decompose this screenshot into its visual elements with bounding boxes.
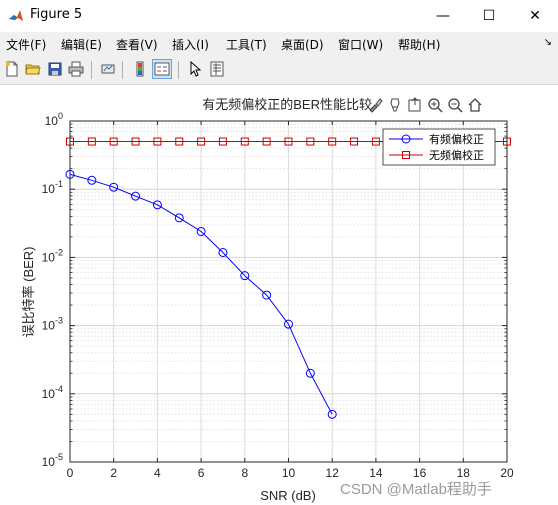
y-tick-label: 10-2 xyxy=(42,247,63,264)
x-tick-label: 20 xyxy=(500,466,514,480)
watermark-text: CSDN @Matlab程助手 xyxy=(340,481,492,498)
x-axis-label: SNR (dB) xyxy=(260,488,316,503)
zoom-in-icon[interactable] xyxy=(426,96,444,114)
legend-label-series-2: 无频偏校正 xyxy=(429,148,484,162)
export-icon[interactable] xyxy=(406,96,424,114)
brush-icon[interactable] xyxy=(366,96,384,114)
y-tick-label: 100 xyxy=(45,111,63,128)
x-tick-label: 10 xyxy=(282,466,296,480)
y-axis-label: 误比特率 (BER) xyxy=(21,246,36,337)
axes-toolbar xyxy=(366,96,484,116)
x-tick-label: 12 xyxy=(326,466,340,480)
y-tick-label: 10-1 xyxy=(42,179,63,196)
y-tick-label: 10-3 xyxy=(42,316,63,333)
data-tips-icon[interactable] xyxy=(386,96,404,114)
x-tick-label: 4 xyxy=(154,466,161,480)
y-tick-label: 10-5 xyxy=(42,452,63,469)
x-tick-label: 2 xyxy=(110,466,117,480)
x-tick-label: 6 xyxy=(198,466,205,480)
legend[interactable]: 有频偏校正 无频偏校正 xyxy=(382,128,496,166)
y-tick-label: 10-4 xyxy=(42,384,63,401)
x-tick-label: 8 xyxy=(241,466,248,480)
legend-label-series-1: 有频偏校正 xyxy=(429,132,484,146)
x-tick-label: 0 xyxy=(67,466,74,480)
chart-title: 有无频偏校正的BER性能比较 xyxy=(202,97,372,112)
zoom-out-icon[interactable] xyxy=(446,96,464,114)
home-icon[interactable] xyxy=(466,96,484,114)
ber-chart: 0 2 4 6 8 10 12 14 16 18 2010010-110-210-310-410-5… xyxy=(21,97,514,503)
